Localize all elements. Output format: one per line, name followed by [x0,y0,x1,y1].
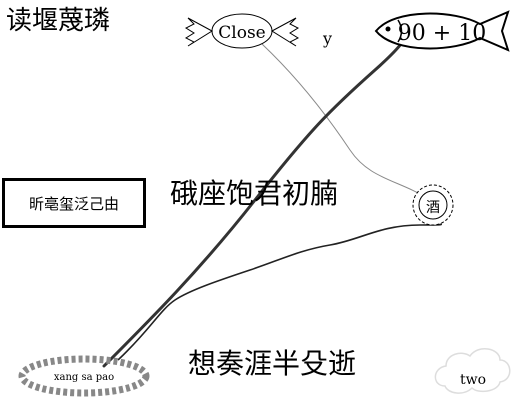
middle-text: 硪座饱君初腩 [170,177,339,210]
wreath-text: xang sa pao [54,372,114,383]
canvas: Close y 90 + 10 酒 xang sa pao two 读堰蔑璘 昕… [0,0,532,406]
wavy-line-wreath-to-seal [117,221,442,361]
bottom-text: 想奏涯半殳逝 [188,347,357,380]
box-label-text: 昕亳玺泛己由 [28,194,119,213]
cloud-label: two [460,372,486,388]
seal-label: 酒 [426,200,440,216]
box-label[interactable]: 昕亳玺泛己由 [2,178,146,228]
candy-label: Close [218,23,265,43]
fish-label: 90 + 10 [398,21,486,46]
candy-suffix: y [322,29,332,48]
title-top-left: 读堰蔑璘 [6,6,111,36]
